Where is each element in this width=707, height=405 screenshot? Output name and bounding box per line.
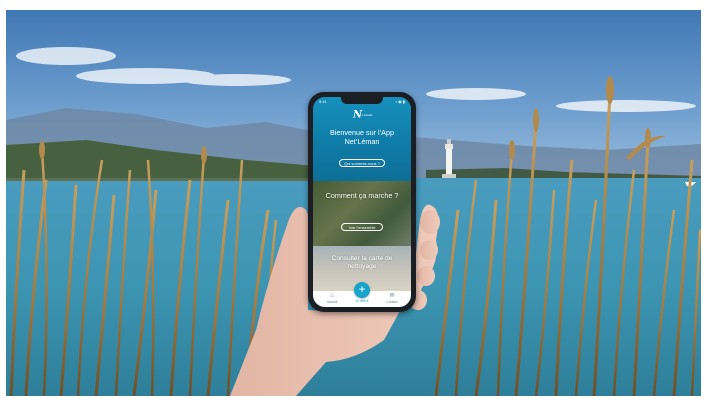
- jetty: [6, 178, 316, 181]
- welcome-text: Bienvenue sur l’App Net’Léman: [330, 128, 394, 146]
- status-icons: ▪ ◉ ▮: [395, 99, 405, 104]
- netleman-logo: NLéman: [353, 109, 373, 121]
- cleanup-map-title: Consulter la carte de nettoyage: [331, 255, 393, 270]
- tab-contact-label: Contact: [386, 300, 398, 304]
- home-icon: ⌂: [330, 293, 334, 299]
- smartphone: 9:41 ▪ ◉ ▮ NLéman Bienvenue sur l’App Ne…: [308, 92, 416, 312]
- how-it-works-title: Comment ça marche ?: [325, 191, 399, 200]
- tab-contact[interactable]: ✉ Contact: [377, 293, 407, 304]
- app-screen: 9:41 ▪ ◉ ▮ NLéman Bienvenue sur l’App Ne…: [313, 97, 411, 307]
- plus-icon[interactable]: +: [354, 282, 370, 298]
- how-it-works-card[interactable]: Comment ça marche ? Voir l’ensemble: [313, 181, 411, 246]
- see-all-button[interactable]: Voir l’ensemble: [341, 223, 383, 231]
- tab-home-label: Accueil: [326, 300, 338, 304]
- about-us-button[interactable]: Qui sommes-nous ?: [339, 159, 385, 167]
- tab-home[interactable]: ⌂ Accueil: [317, 293, 347, 304]
- welcome-banner: NLéman Bienvenue sur l’App Net’Léman Qui…: [313, 97, 411, 181]
- status-time: 9:41: [319, 99, 327, 104]
- logo-text: Léman: [362, 113, 373, 117]
- mail-icon: ✉: [389, 293, 395, 299]
- tab-center-label: Je relève: [355, 299, 369, 303]
- logo-mark: N: [353, 109, 363, 121]
- phone-notch: [341, 97, 383, 104]
